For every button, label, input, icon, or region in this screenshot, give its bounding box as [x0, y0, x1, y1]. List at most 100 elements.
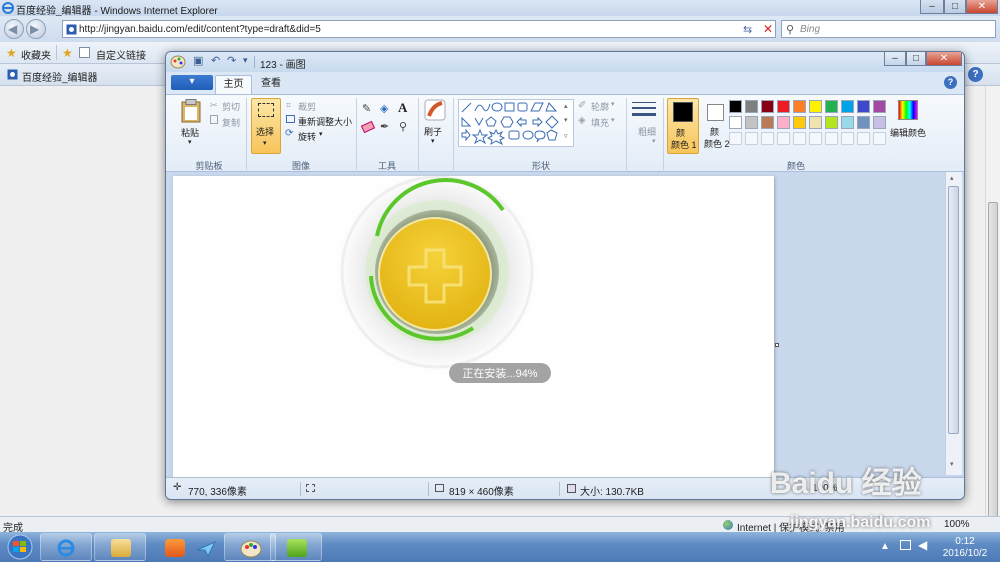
cursor-position-icon: ✛	[173, 482, 182, 493]
palette-swatch[interactable]	[825, 116, 838, 129]
outline-dropdown-icon: ▾	[611, 101, 615, 108]
palette-swatch[interactable]	[729, 132, 742, 145]
shapes-scroll-up-icon[interactable]: ▴	[564, 102, 568, 110]
canvas-vertical-scrollbar[interactable]: ▴ ▾	[945, 172, 962, 475]
palette-swatch[interactable]	[809, 132, 822, 145]
palette-swatch[interactable]	[857, 116, 870, 129]
color-picker-icon[interactable]: ✒	[380, 120, 389, 133]
paint-close-button[interactable]: ✕	[926, 52, 962, 66]
palette-swatch[interactable]	[745, 132, 758, 145]
scroll-thumb[interactable]	[988, 202, 998, 518]
pencil-icon[interactable]: ✎	[362, 102, 371, 115]
eraser-icon[interactable]	[360, 120, 376, 134]
palette-swatch[interactable]	[761, 100, 774, 113]
tab-view[interactable]: 查看	[254, 75, 288, 94]
brushes-button[interactable]: 刷子 ▾	[422, 98, 448, 150]
paint-minimize-button[interactable]: –	[884, 52, 906, 66]
paint-help-icon[interactable]: ?	[944, 76, 957, 89]
close-button[interactable]: ✕	[966, 0, 998, 14]
paste-button[interactable]: 粘贴 ▾	[174, 99, 208, 146]
edit-colors-button[interactable]: 编辑颜色	[888, 98, 928, 148]
search-box[interactable]: ⚲ Bing	[781, 20, 996, 38]
favorites-button[interactable]: 收藏夹	[21, 47, 51, 62]
fill-bucket-icon[interactable]: ◈	[380, 102, 388, 115]
clock[interactable]: 0:12 2016/10/2	[935, 536, 995, 560]
help-icon[interactable]: ?	[968, 67, 983, 82]
paint-app-menu-button[interactable]: ▾	[171, 75, 213, 90]
crop-button[interactable]: 裁剪	[298, 100, 316, 113]
palette-swatch[interactable]	[809, 100, 822, 113]
start-button[interactable]	[4, 533, 38, 561]
magnifier-icon[interactable]: ⚲	[399, 120, 407, 133]
palette-swatch[interactable]	[873, 100, 886, 113]
select-button[interactable]: 选择 ▾	[251, 98, 281, 154]
stop-icon[interactable]: ✕	[763, 22, 773, 36]
custom-links-link[interactable]: 自定义链接	[96, 47, 146, 62]
add-favorite-icon[interactable]: ★	[62, 46, 73, 60]
resize-button[interactable]: 重新调整大小	[298, 115, 352, 128]
palette-swatch[interactable]	[825, 100, 838, 113]
size-button[interactable]: 粗细 ▾	[630, 98, 660, 152]
palette-swatch[interactable]	[841, 100, 854, 113]
color1-button[interactable]: 颜 颜色 1	[667, 98, 699, 154]
refresh-icon[interactable]: ⇆	[743, 23, 752, 36]
palette-swatch[interactable]	[777, 116, 790, 129]
scroll-down-icon[interactable]: ▾	[950, 460, 954, 468]
shapes-more-icon[interactable]: ▿	[564, 132, 568, 140]
shapes-gallery[interactable]: ▴ ▾ ▿	[458, 99, 574, 147]
text-tool-icon[interactable]: A	[398, 100, 407, 116]
palette-swatch[interactable]	[777, 100, 790, 113]
forward-button[interactable]: ▶	[26, 19, 46, 39]
tray-arrow-icon[interactable]: ▲	[880, 541, 890, 552]
palette-swatch[interactable]	[745, 100, 758, 113]
palette-swatch[interactable]	[809, 116, 822, 129]
redo-icon[interactable]: ↷	[227, 54, 236, 67]
shapes-scroll-down-icon[interactable]: ▾	[564, 116, 568, 124]
palette-swatch[interactable]	[729, 116, 742, 129]
outline-button[interactable]: 轮廓	[591, 100, 609, 113]
tab-title[interactable]: 百度经验_编辑器	[22, 69, 98, 84]
save-icon[interactable]: ▣	[193, 54, 203, 67]
palette-swatch[interactable]	[841, 132, 854, 145]
palette-swatch[interactable]	[793, 100, 806, 113]
tab-home[interactable]: 主页	[215, 75, 252, 94]
quick-access-dropdown-icon[interactable]: ▾	[243, 55, 248, 66]
canvas-resize-handle[interactable]	[775, 343, 779, 347]
taskbar-installer[interactable]	[270, 533, 322, 561]
paint-maximize-button[interactable]: □	[906, 52, 926, 66]
palette-swatch[interactable]	[873, 132, 886, 145]
cut-button[interactable]: 剪切	[222, 100, 240, 113]
ie-vertical-scrollbar[interactable]	[985, 86, 1000, 518]
palette-swatch[interactable]	[873, 116, 886, 129]
palette-swatch[interactable]	[841, 116, 854, 129]
palette-swatch[interactable]	[729, 100, 742, 113]
address-bar[interactable]: http://jingyan.baidu.com/edit/content?ty…	[62, 20, 776, 38]
palette-swatch[interactable]	[825, 132, 838, 145]
palette-swatch[interactable]	[761, 132, 774, 145]
taskbar-paint[interactable]	[224, 533, 276, 561]
palette-swatch[interactable]	[793, 132, 806, 145]
network-icon[interactable]	[900, 540, 911, 550]
copy-button[interactable]: 复制	[222, 116, 240, 129]
scroll-up-icon[interactable]: ▴	[950, 174, 954, 182]
fill-button[interactable]: 填充	[591, 116, 609, 129]
colors-group-label: 颜色	[786, 161, 805, 171]
undo-icon[interactable]: ↶	[211, 54, 220, 67]
canvas[interactable]: 正在安装...94%	[173, 164, 774, 478]
taskbar-ie[interactable]	[40, 533, 92, 561]
back-button[interactable]: ◀	[4, 19, 24, 39]
minimize-button[interactable]: –	[920, 0, 944, 14]
palette-swatch[interactable]	[793, 116, 806, 129]
palette-swatch[interactable]	[745, 116, 758, 129]
palette-swatch[interactable]	[777, 132, 790, 145]
taskbar-explorer[interactable]	[94, 533, 146, 561]
palette-swatch[interactable]	[857, 132, 870, 145]
palette-swatch[interactable]	[761, 116, 774, 129]
zoom-level[interactable]: 100%	[944, 519, 970, 530]
rotate-button[interactable]: 旋转	[298, 130, 316, 143]
canvas-scroll-thumb[interactable]	[948, 186, 959, 434]
color2-button[interactable]: 颜 颜色 2	[702, 98, 732, 154]
maximize-button[interactable]: □	[944, 0, 966, 14]
volume-icon[interactable]: ◀	[918, 538, 927, 552]
palette-swatch[interactable]	[857, 100, 870, 113]
